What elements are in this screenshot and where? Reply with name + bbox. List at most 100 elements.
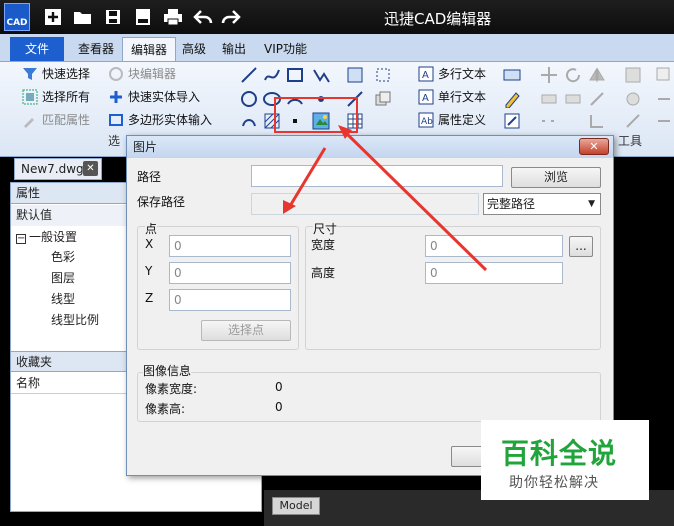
path-mode-value: 完整路径 bbox=[487, 197, 536, 211]
rectangle-icon[interactable] bbox=[286, 66, 304, 84]
brush-icon bbox=[22, 112, 38, 128]
x-label: X bbox=[145, 237, 154, 251]
more-options-button[interactable]: ... bbox=[569, 236, 593, 257]
rotate-icon[interactable] bbox=[564, 66, 582, 84]
tab-advanced[interactable]: 高级 bbox=[174, 37, 214, 61]
pixel-width-value: 0 bbox=[275, 380, 283, 394]
explode-icon[interactable] bbox=[624, 90, 642, 108]
save-path-label: 保存路径 bbox=[137, 195, 186, 209]
transform-icon[interactable] bbox=[374, 66, 392, 84]
join-icon[interactable] bbox=[655, 112, 673, 130]
spline-icon[interactable] bbox=[263, 66, 281, 84]
z-field[interactable]: 0 bbox=[169, 289, 291, 311]
dialog-title: 图片 bbox=[127, 136, 613, 158]
copy-icon[interactable] bbox=[374, 90, 392, 108]
x-field[interactable]: 0 bbox=[169, 235, 291, 257]
text-style-icon[interactable] bbox=[503, 66, 521, 84]
polygon-entity-input-label: 多边形实体输入 bbox=[128, 113, 213, 127]
chamfer-icon[interactable] bbox=[624, 112, 642, 130]
plus-icon bbox=[108, 89, 124, 105]
insert-block-icon[interactable] bbox=[346, 66, 364, 84]
watermark-slogan: 助你轻松解决 bbox=[509, 475, 599, 491]
z-label: Z bbox=[145, 291, 154, 305]
attribute-definition-button[interactable]: Ab 属性定义 bbox=[418, 110, 486, 130]
tab-vip[interactable]: VIP功能 bbox=[256, 37, 315, 61]
tab-viewer[interactable]: 查看器 bbox=[70, 37, 122, 61]
single-line-text-button[interactable]: A 单行文本 bbox=[418, 87, 486, 107]
svg-text:Ab: Ab bbox=[421, 117, 433, 127]
match-properties-button[interactable]: 匹配属性 bbox=[22, 110, 90, 130]
attribute-definition-icon: Ab bbox=[418, 112, 434, 128]
pixel-height-value: 0 bbox=[275, 400, 283, 414]
polygon-icon bbox=[108, 112, 124, 128]
break-icon[interactable] bbox=[540, 112, 558, 130]
pixel-width-label: 像素宽度: bbox=[145, 382, 198, 396]
polyline-icon[interactable] bbox=[312, 66, 330, 84]
tab-output[interactable]: 输出 bbox=[214, 37, 254, 61]
tab-editor[interactable]: 编辑器 bbox=[122, 37, 177, 61]
path-mode-select[interactable]: 完整路径 ▼ bbox=[483, 193, 601, 215]
print-icon[interactable] bbox=[160, 4, 186, 30]
height-field[interactable]: 0 bbox=[425, 262, 563, 284]
trim-icon[interactable] bbox=[564, 90, 582, 108]
block-editor-button[interactable]: 块编辑器 bbox=[108, 64, 176, 84]
select-all-label: 选择所有 bbox=[42, 90, 91, 104]
offset-icon[interactable] bbox=[655, 90, 673, 108]
line-icon[interactable] bbox=[240, 66, 258, 84]
image-info-group bbox=[137, 372, 601, 422]
app-title: 迅捷CAD编辑器 bbox=[384, 10, 492, 28]
app-logo[interactable]: CAD bbox=[4, 3, 30, 31]
block-editor-label: 块编辑器 bbox=[128, 67, 177, 81]
edit-pencil-icon[interactable] bbox=[503, 112, 521, 130]
size-group-label: 尺寸 bbox=[313, 220, 338, 237]
circle-icon[interactable] bbox=[240, 90, 258, 108]
dialog-close-button[interactable]: ✕ bbox=[579, 138, 609, 155]
multiline-text-icon: A bbox=[418, 66, 434, 82]
array-icon[interactable] bbox=[624, 66, 642, 84]
width-field[interactable]: 0 bbox=[425, 235, 563, 257]
polygon-entity-input-button[interactable]: 多边形实体输入 bbox=[108, 110, 212, 130]
quick-entity-import-button[interactable]: 快速实体导入 bbox=[108, 87, 200, 107]
collapse-icon[interactable]: − bbox=[16, 234, 26, 244]
multiline-text-button[interactable]: A 多行文本 bbox=[418, 64, 486, 84]
save-pdf-icon[interactable] bbox=[130, 4, 156, 30]
height-label: 高度 bbox=[311, 266, 336, 280]
pick-point-button[interactable]: 选择点 bbox=[201, 320, 291, 341]
ribbon-tabs: 文件 查看器 编辑器 高级 输出 VIP功能 bbox=[0, 34, 674, 62]
save-icon[interactable] bbox=[100, 4, 126, 30]
funnel-icon bbox=[22, 66, 38, 82]
y-field[interactable]: 0 bbox=[169, 262, 291, 284]
watermark: 百科全说 助你轻松解决 bbox=[481, 420, 649, 500]
quick-entity-import-label: 快速实体导入 bbox=[128, 90, 201, 104]
stretch-icon[interactable] bbox=[655, 66, 673, 84]
new-file-icon[interactable] bbox=[40, 4, 66, 30]
erase-icon[interactable] bbox=[540, 90, 558, 108]
general-settings-label: 一般设置 bbox=[29, 230, 78, 244]
tools-group-label: 工具 bbox=[618, 134, 643, 148]
save-path-field[interactable] bbox=[251, 193, 479, 215]
svg-text:A: A bbox=[422, 93, 429, 104]
block-editor-icon bbox=[108, 66, 124, 82]
text-edit-icon[interactable] bbox=[503, 90, 521, 108]
mirror-icon[interactable] bbox=[588, 66, 606, 84]
chevron-down-icon: ▼ bbox=[588, 199, 595, 209]
browse-button[interactable]: 浏览 bbox=[511, 167, 601, 188]
attribute-definition-label: 属性定义 bbox=[438, 113, 487, 127]
tab-file[interactable]: 文件 bbox=[10, 37, 64, 61]
open-folder-icon[interactable] bbox=[70, 4, 96, 30]
select-all-button[interactable]: 选择所有 bbox=[22, 87, 90, 107]
path-field[interactable] bbox=[251, 165, 503, 187]
revision-cloud-icon[interactable] bbox=[240, 112, 258, 130]
scale-icon[interactable] bbox=[588, 90, 606, 108]
quick-select-button[interactable]: 快速选择 bbox=[22, 64, 90, 84]
redo-icon[interactable] bbox=[218, 4, 244, 30]
close-tab-icon[interactable]: ✕ bbox=[83, 161, 98, 176]
document-tab[interactable]: New7.dwg ✕ bbox=[14, 158, 102, 180]
document-tab-label: New7.dwg bbox=[21, 162, 84, 176]
quick-select-label: 快速选择 bbox=[42, 67, 91, 81]
image-info-group-label: 图像信息 bbox=[143, 362, 192, 379]
fillet-icon[interactable] bbox=[588, 112, 606, 130]
model-tab[interactable]: Model bbox=[272, 497, 320, 515]
move-icon[interactable] bbox=[540, 66, 558, 84]
undo-icon[interactable] bbox=[190, 4, 216, 30]
